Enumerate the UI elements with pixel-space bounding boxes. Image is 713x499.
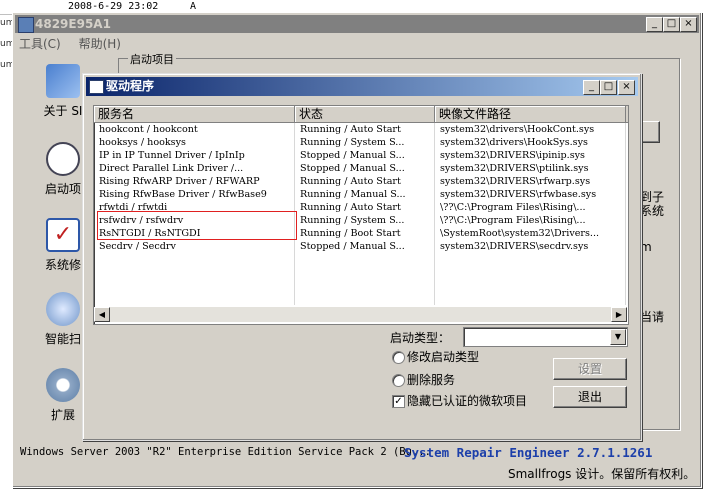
service-cell: hooksys / hooksys (94, 136, 295, 149)
column-header-status[interactable]: 状态 (295, 106, 435, 122)
gear-icon (46, 368, 80, 402)
os-status-text: Windows Server 2003 "R2" Enterprise Edit… (20, 446, 431, 458)
status-cell: Running / Manual S... (295, 188, 435, 201)
maximize-button[interactable]: □ (663, 17, 680, 32)
magnifier-icon (46, 292, 80, 326)
empty-row (94, 253, 628, 266)
path-cell: \??\C:\Program Files\Rising\... (435, 201, 626, 214)
list-header: 服务名 状态 映像文件路径 (94, 106, 628, 123)
check-icon: ✓ (394, 396, 403, 407)
credit-text: Smallfrogs 设计。保留所有权利。 (508, 467, 696, 481)
startup-type-select[interactable]: ▼ (463, 327, 628, 347)
nav-label: 扩展 (50, 408, 75, 422)
status-cell: Running / Auto Start (295, 123, 435, 136)
status-cell: Running / Auto Start (295, 175, 435, 188)
empty-row (94, 292, 628, 305)
status-cell: Running / System S... (295, 136, 435, 149)
main-title: 4829E95A1 (35, 17, 111, 31)
menu-tools[interactable]: 工具(C) (19, 37, 61, 51)
table-row[interactable]: hookcont / hookcont Running / Auto Start s… (94, 123, 628, 136)
column-header-path[interactable]: 映像文件路径 (435, 106, 626, 122)
partial-button[interactable] (642, 121, 660, 143)
scroll-right-button[interactable]: ▶ (611, 307, 627, 322)
exit-button[interactable]: 退出 (553, 386, 627, 408)
path-cell: \SystemRoot\system32\Drivers... (435, 227, 626, 240)
column-header-service[interactable]: 服务名 (94, 106, 295, 122)
right-fragment-2: 系统 (640, 204, 665, 218)
path-cell: system32\DRIVERS\rfwbase.sys (435, 188, 626, 201)
close-button[interactable]: × (680, 17, 697, 32)
edge-label: um (0, 18, 15, 28)
checklist-icon: ✓ (46, 218, 80, 252)
table-row[interactable]: IP in IP Tunnel Driver / IpInIp Stopped /… (94, 149, 628, 162)
dialog-icon (89, 80, 104, 94)
nav-label: 关于 SI (43, 104, 83, 118)
empty-row (94, 279, 628, 292)
status-cell: Stopped / Manual S... (295, 149, 435, 162)
dialog-maximize-button[interactable]: □ (600, 80, 617, 95)
radio-delete-service[interactable] (392, 374, 405, 387)
hide-ms-label: 隐藏已认证的微软项目 (407, 394, 528, 408)
set-button[interactable]: 设置 (553, 358, 627, 380)
service-cell: IP in IP Tunnel Driver / IpInIp (94, 149, 295, 162)
dialog-title: 驱动程序 (106, 79, 155, 93)
horizontal-scrollbar[interactable]: ◀ ▶ (94, 307, 627, 322)
status-cell: Stopped / Manual S... (295, 162, 435, 175)
minimize-button[interactable]: _ (646, 17, 663, 32)
chevron-down-icon[interactable]: ▼ (610, 329, 626, 345)
driver-dialog: 驱动程序 _ □ × 服务名 状态 映像文件路径 hookcont / hook… (82, 73, 642, 441)
scroll-left-button[interactable]: ◀ (94, 307, 110, 322)
status-cell: Stopped / Manual S... (295, 240, 435, 253)
service-cell: Direct Parallel Link Driver /... (94, 162, 295, 175)
nav-label: 系统修 (44, 258, 81, 272)
service-cell: Rising RfwBase Driver / RfwBase9 (94, 188, 295, 201)
path-cell: system32\drivers\HookSys.sys (435, 136, 626, 149)
menu-bar: 工具(C) 帮助(H) (19, 35, 135, 53)
status-cell: Running / Boot Start (295, 227, 435, 240)
service-cell: hookcont / hookcont (94, 123, 295, 136)
service-cell: Secdrv / Secdrv (94, 240, 295, 253)
startup-type-label: 启动类型： (390, 331, 451, 345)
edge-label: um (0, 39, 15, 49)
dialog-minimize-button[interactable]: _ (583, 80, 600, 95)
empty-row (94, 266, 628, 279)
table-row[interactable]: Secdrv / Secdrv Stopped / Manual S... syst… (94, 240, 628, 253)
driver-list[interactable]: 服务名 状态 映像文件路径 hookcont / hookcont Running… (93, 105, 629, 325)
path-cell: system32\DRIVERS\ptilink.sys (435, 162, 626, 175)
table-row[interactable]: Rising RfwBase Driver / RfwBase9 Running … (94, 188, 628, 201)
dialog-close-button[interactable]: × (618, 80, 635, 95)
nav-label: 启动项 (44, 182, 81, 196)
highlight-box (97, 211, 297, 240)
edge-label: um (0, 60, 15, 70)
radio-modify-startup-label: 修改启动类型 (407, 350, 480, 364)
status-cell: Running / System S... (295, 214, 435, 227)
startup-group-label: 启动项目 (128, 51, 176, 67)
table-row[interactable]: hooksys / hooksys Running / System S... sy… (94, 136, 628, 149)
path-cell: \??\C:\Program Files\Rising\... (435, 214, 626, 227)
radio-modify-startup[interactable] (392, 351, 405, 364)
menu-help[interactable]: 帮助(H) (79, 37, 121, 51)
path-cell: system32\DRIVERS\rfwarp.sys (435, 175, 626, 188)
path-cell: system32\DRIVERS\secdrv.sys (435, 240, 626, 253)
dialog-titlebar: 驱动程序 _ □ × (86, 77, 638, 96)
path-cell: system32\DRIVERS\ipinip.sys (435, 149, 626, 162)
path-cell: system32\drivers\HookCont.sys (435, 123, 626, 136)
service-cell: Rising RfwARP Driver / RFWARP (94, 175, 295, 188)
app-icon (18, 17, 34, 33)
table-row[interactable]: Rising RfwARP Driver / RFWARP Running / A… (94, 175, 628, 188)
hide-ms-checkbox[interactable]: ✓ (392, 395, 405, 408)
table-row[interactable]: Direct Parallel Link Driver /... Stopped … (94, 162, 628, 175)
radio-delete-service-label: 删除服务 (407, 373, 456, 387)
about-icon (46, 64, 80, 98)
product-name: System Repair Engineer 2.7.1.1261 (404, 445, 653, 460)
nav-label: 智能扫 (44, 332, 81, 346)
status-cell: Running / Auto Start (295, 201, 435, 214)
clock-icon (46, 142, 80, 176)
right-fragment-4: 当请 (640, 310, 665, 324)
main-titlebar: 4829E95A1 _ □ × (15, 15, 699, 33)
